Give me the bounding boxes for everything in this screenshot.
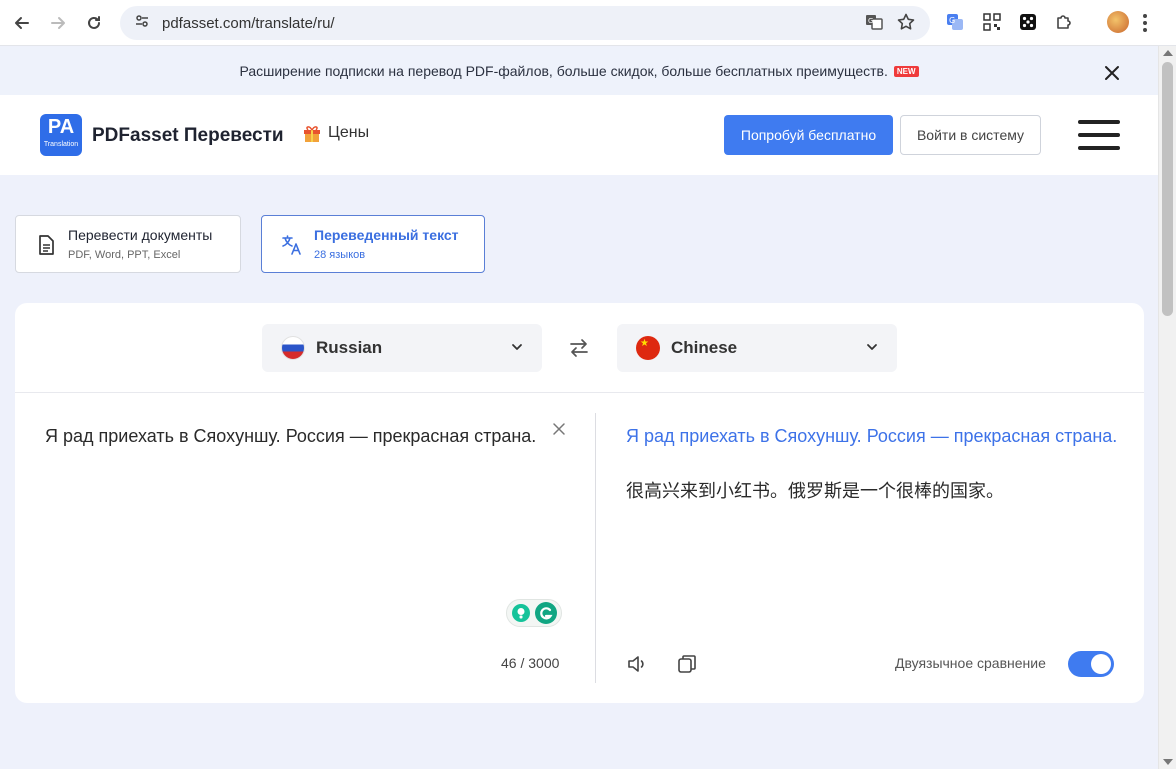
source-language-select[interactable]: Russian (262, 324, 542, 372)
extensions-puzzle-icon[interactable] (1051, 9, 1077, 35)
divider (15, 392, 1144, 393)
browser-toolbar: pdfasset.com/translate/ru/ G G (0, 0, 1176, 46)
profile-avatar[interactable] (1107, 11, 1129, 33)
hamburger-menu-icon[interactable] (1078, 120, 1120, 150)
grammarly-widget[interactable] (506, 599, 562, 627)
copy-icon[interactable] (675, 652, 699, 676)
translate-page-icon[interactable]: G (861, 9, 887, 35)
reload-icon[interactable] (80, 9, 108, 37)
tab-translate-documents[interactable]: Перевести документы PDF, Word, PPT, Exce… (15, 215, 241, 273)
page-scrollbar[interactable] (1158, 46, 1176, 769)
extension-dice-icon[interactable] (1015, 9, 1041, 35)
china-flag-icon (636, 336, 660, 360)
promo-banner: Расширение подписки на перевод PDF-файло… (0, 47, 1158, 95)
tab-title: Переведенный текст (314, 227, 459, 243)
translate-icon (280, 233, 304, 257)
close-icon[interactable] (1100, 61, 1124, 85)
promo-banner-text[interactable]: Расширение подписки на перевод PDF-файло… (239, 63, 887, 79)
logo-mark: PA (47, 116, 75, 138)
url-text: pdfasset.com/translate/ru/ (162, 14, 335, 32)
extension-translate-icon[interactable]: G (942, 9, 968, 35)
source-language-label: Russian (316, 338, 383, 357)
scroll-thumb[interactable] (1162, 62, 1173, 316)
target-language-select[interactable]: Chinese (617, 324, 897, 372)
logo-caption: Translation (43, 141, 79, 148)
character-counter: 46 / 3000 (501, 655, 560, 671)
scroll-down-arrow-icon[interactable] (1163, 759, 1173, 765)
russia-flag-icon (281, 336, 305, 360)
bookmark-star-icon[interactable] (893, 9, 919, 35)
clear-text-icon[interactable] (550, 420, 568, 438)
site-header: PA Translation PDFasset Перевести Цены П… (0, 95, 1158, 175)
bilingual-compare-toggle[interactable] (1068, 651, 1114, 677)
translator-card: Russian Chinese Я рад приехать в Сяохунш… (15, 303, 1144, 703)
logo[interactable]: PA Translation (40, 114, 82, 156)
toggle-knob (1091, 654, 1111, 674)
site-info-icon[interactable] (134, 13, 150, 34)
tab-subtitle: 28 языков (314, 249, 366, 261)
svg-text:G: G (949, 16, 955, 25)
menu-kebab-icon[interactable] (1135, 11, 1155, 35)
swap-languages-icon[interactable] (567, 337, 591, 359)
gift-icon (302, 123, 322, 143)
login-button[interactable]: Войти в систему (900, 115, 1041, 155)
svg-text:G: G (868, 17, 873, 25)
address-bar[interactable]: pdfasset.com/translate/ru/ (120, 6, 930, 40)
tab-title: Перевести документы (68, 227, 213, 243)
extension-qr-icon[interactable] (979, 9, 1005, 35)
bilingual-compare-label: Двуязычное сравнение (895, 655, 1046, 671)
back-icon[interactable] (8, 9, 36, 37)
brand-name[interactable]: PDFasset Перевести (92, 125, 284, 147)
speaker-icon[interactable] (626, 652, 650, 676)
scroll-up-arrow-icon[interactable] (1163, 50, 1173, 56)
target-translated-text: 很高兴来到小红书。俄罗斯是一个很棒的国家。 (626, 481, 1004, 502)
try-free-button[interactable]: Попробуй бесплатно (724, 115, 893, 155)
grammarly-logo-icon (535, 602, 557, 624)
source-text-input[interactable]: Я рад приехать в Сяохуншу. Россия — прек… (45, 424, 545, 449)
pricing-label: Цены (328, 124, 370, 141)
chevron-down-icon (510, 340, 524, 354)
target-language-label: Chinese (671, 338, 738, 357)
forward-icon[interactable] (44, 9, 72, 37)
target-original-text: Я рад приехать в Сяохуншу. Россия — прек… (626, 426, 1118, 446)
pricing-link[interactable]: Цены (302, 123, 369, 143)
grammarly-bulb-icon (512, 604, 530, 622)
divider (595, 413, 596, 683)
new-badge: NEW (893, 65, 919, 77)
tab-subtitle: PDF, Word, PPT, Excel (68, 249, 181, 261)
document-icon (34, 233, 58, 257)
chevron-down-icon (865, 340, 879, 354)
tab-translate-text[interactable]: Переведенный текст 28 языков (261, 215, 485, 273)
